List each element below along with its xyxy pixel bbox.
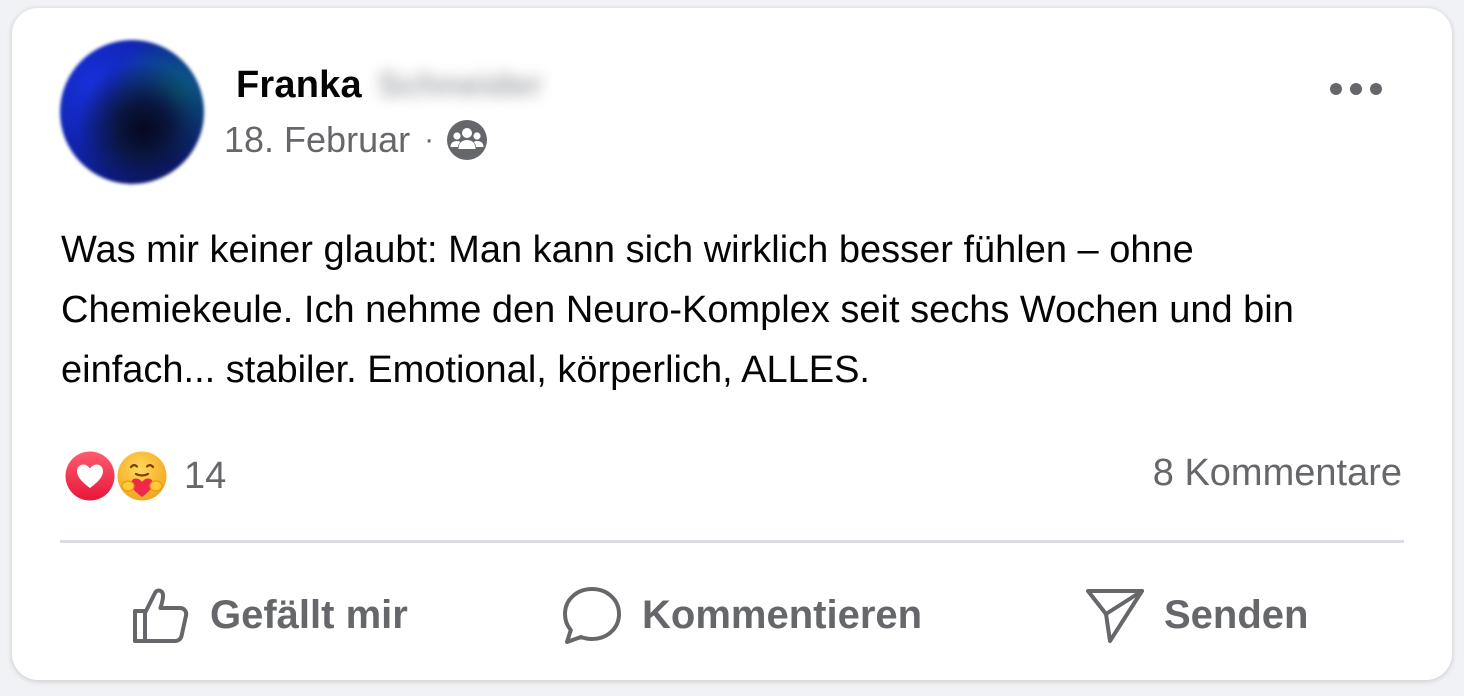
thumbs-up-icon xyxy=(133,588,189,643)
meta-separator: · xyxy=(424,123,435,156)
comments-count-link[interactable]: 8 Kommentare xyxy=(1153,452,1402,495)
send-arrow-icon xyxy=(1086,589,1144,643)
care-reaction-icon xyxy=(114,448,170,504)
post-card: Franka Schneider 18. Februar · Was mir k… xyxy=(12,8,1452,680)
author-avatar[interactable] xyxy=(60,40,204,184)
post-date[interactable]: 18. Februar xyxy=(224,119,410,161)
post-actions: Gefällt mir Kommentieren Senden xyxy=(60,556,1404,674)
author-last-name-blurred[interactable]: Schneider xyxy=(378,66,542,105)
divider xyxy=(60,540,1404,543)
send-label: Senden xyxy=(1164,592,1309,637)
friends-group-icon[interactable] xyxy=(446,119,488,161)
comment-button[interactable]: Kommentieren xyxy=(560,556,922,674)
love-reaction-icon xyxy=(62,448,118,504)
comment-label: Kommentieren xyxy=(642,592,923,637)
comment-bubble-icon xyxy=(563,587,621,644)
more-options-button[interactable] xyxy=(1318,64,1394,114)
more-horizontal-icon xyxy=(1330,83,1382,95)
reaction-count: 14 xyxy=(184,454,227,497)
author-first-name[interactable]: Franka xyxy=(236,64,362,107)
post-text: Was mir keiner glaubt: Man kann sich wir… xyxy=(61,229,1294,391)
reactions-summary[interactable]: 14 xyxy=(62,446,226,506)
author-header: Franka Schneider xyxy=(236,62,542,108)
send-button[interactable]: Senden xyxy=(1084,556,1308,674)
like-button[interactable]: Gefällt mir xyxy=(130,556,408,674)
post-meta: 18. Februar · xyxy=(224,118,488,162)
like-label: Gefällt mir xyxy=(210,592,408,637)
